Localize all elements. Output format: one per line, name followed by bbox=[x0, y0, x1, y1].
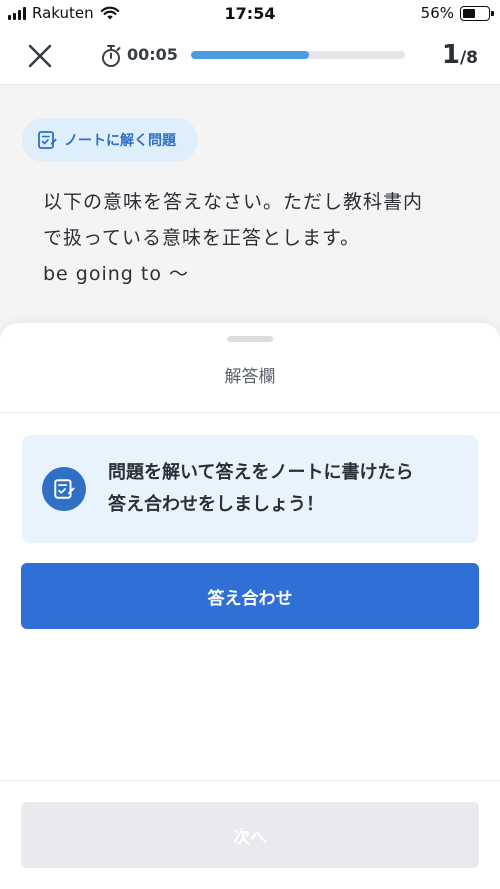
divider bbox=[0, 412, 500, 413]
question-line-3: be going to 〜 bbox=[43, 263, 190, 285]
divider bbox=[0, 780, 500, 781]
counter-current: 1 bbox=[441, 40, 460, 70]
notebook-check-icon bbox=[42, 467, 86, 511]
question-type-tag: ノートに解く問題 bbox=[22, 118, 198, 162]
battery-percent: 56% bbox=[420, 4, 454, 22]
stopwatch-icon bbox=[102, 45, 121, 67]
question-counter: 1/8 bbox=[442, 40, 478, 70]
question-line-1: 以下の意味を答えなさい。ただし教科書内 bbox=[43, 191, 424, 213]
answer-sheet: 解答欄 問題を解いて答えをノートに書けたら 答え合わせをしましょう！ 答え合わせ… bbox=[0, 323, 500, 889]
next-button[interactable]: 次へ bbox=[21, 802, 479, 868]
instruction-text: 問題を解いて答えをノートに書けたら 答え合わせをしましょう！ bbox=[108, 457, 468, 521]
notebook-check-icon bbox=[38, 131, 57, 149]
tag-label: ノートに解く問題 bbox=[64, 133, 176, 149]
close-button[interactable] bbox=[24, 40, 56, 72]
sheet-grabber[interactable] bbox=[227, 336, 273, 342]
counter-total: /8 bbox=[459, 48, 478, 68]
check-answer-label: 答え合わせ bbox=[207, 588, 293, 609]
question-text: 以下の意味を答えなさい。ただし教科書内 で扱っている意味を正答とします。 be … bbox=[43, 184, 463, 292]
status-bar: Rakuten 17:54 56% bbox=[0, 0, 500, 28]
battery-level bbox=[463, 8, 475, 18]
progress-fill bbox=[191, 51, 309, 59]
next-label: 次へ bbox=[233, 827, 267, 848]
instruction-line-2: 答え合わせをしましょう！ bbox=[108, 494, 324, 515]
close-icon bbox=[28, 44, 52, 68]
question-line-2: で扱っている意味を正答とします。 bbox=[43, 227, 361, 249]
battery-icon bbox=[460, 5, 494, 21]
status-right: 56% bbox=[420, 4, 494, 22]
answer-sheet-title: 解答欄 bbox=[224, 367, 276, 387]
instruction-line-1: 問題を解いて答えをノートに書けたら bbox=[108, 462, 414, 483]
instruction-card: 問題を解いて答えをノートに書けたら 答え合わせをしましょう！ bbox=[22, 435, 478, 543]
timer-value: 00:05 bbox=[127, 45, 178, 64]
progress-bar bbox=[191, 51, 405, 59]
check-answer-button[interactable]: 答え合わせ bbox=[21, 563, 479, 629]
quiz-header: 00:05 1/8 bbox=[0, 28, 500, 85]
